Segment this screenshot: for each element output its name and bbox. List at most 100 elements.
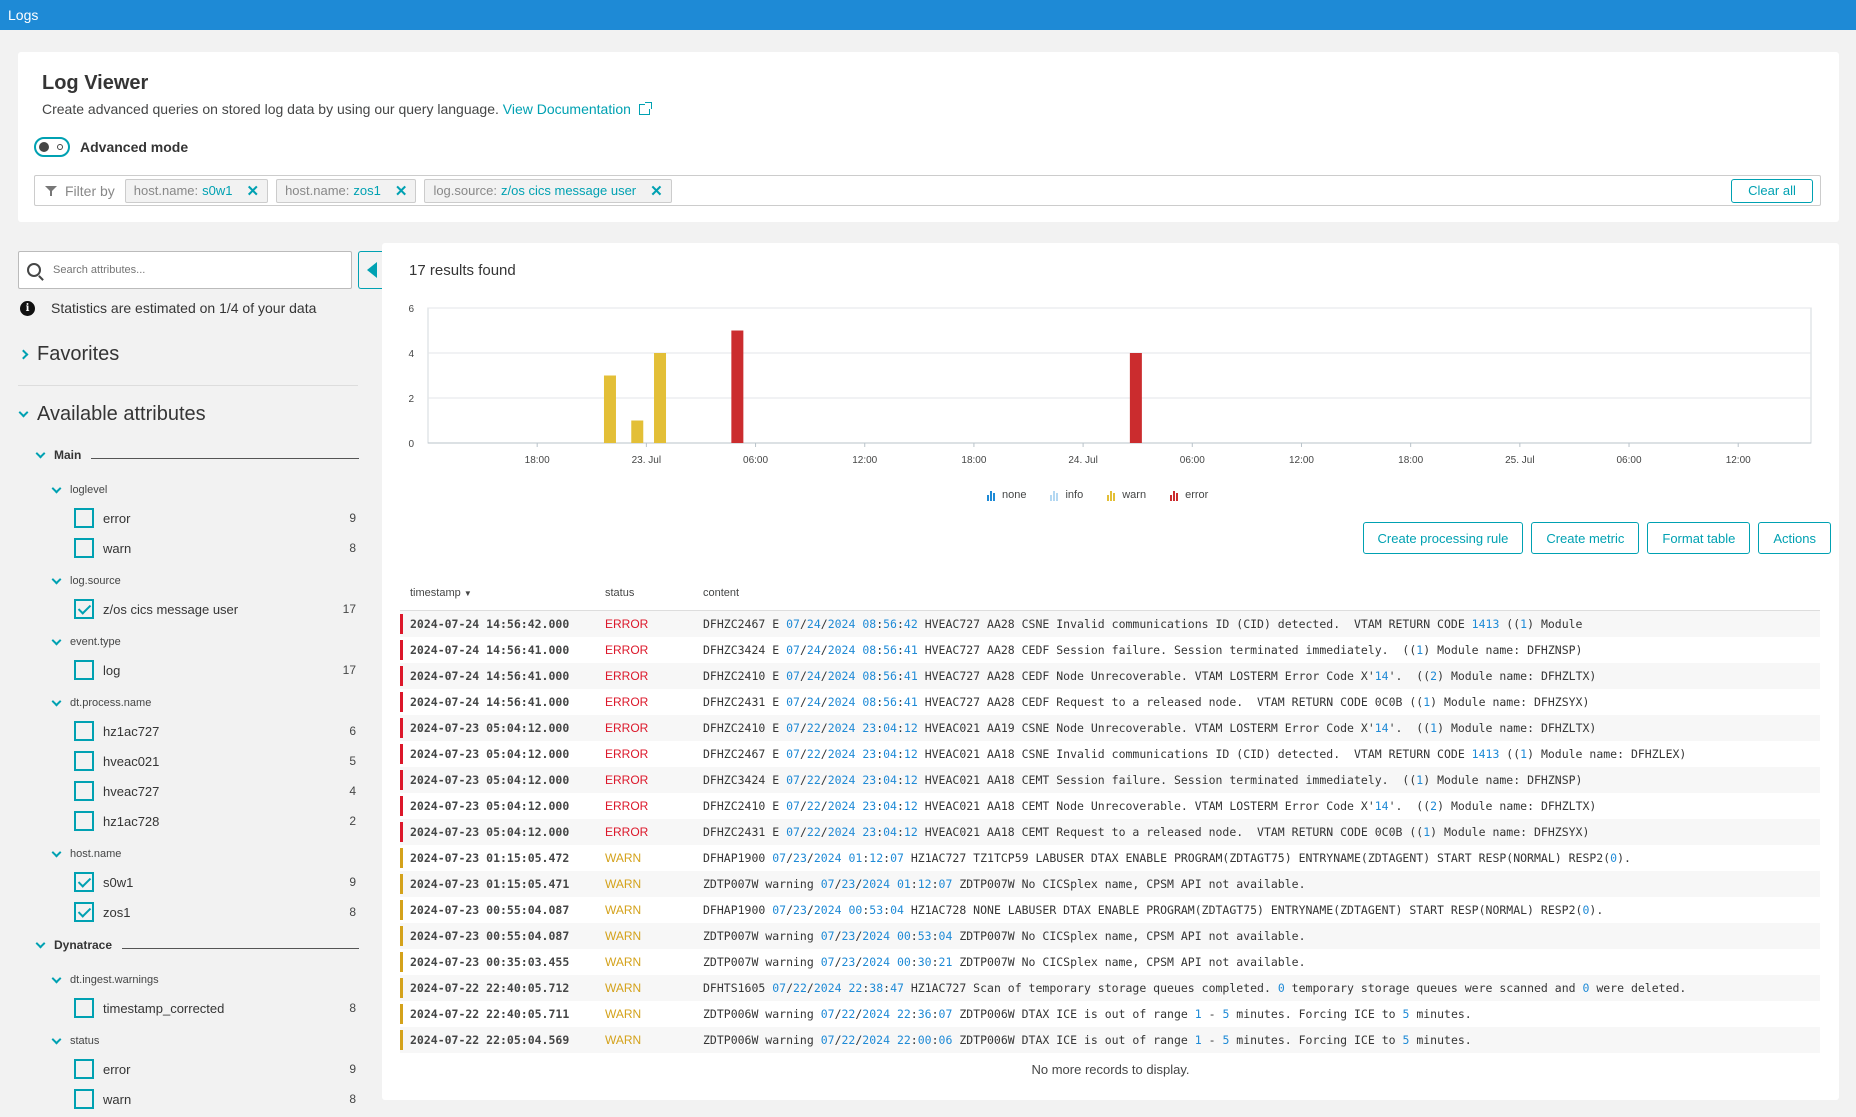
table-row[interactable]: 2024-07-23 00:55:04.087 WARN ZDTP007W warn…: [400, 923, 1820, 949]
table-row[interactable]: 2024-07-23 00:35:03.455 WARN ZDTP007W warn…: [400, 949, 1820, 975]
content-cell: DFHZC3424 E 07/22/2024 23:04:12 HVEAC021…: [703, 773, 1583, 787]
checkbox-checked[interactable]: [74, 872, 94, 892]
filter-chip[interactable]: log.source: z/os cics message user ✕: [424, 178, 672, 203]
favorites-section[interactable]: Favorites: [18, 343, 119, 366]
remove-filter-icon[interactable]: ✕: [650, 182, 663, 200]
legend-item-none[interactable]: none: [987, 489, 1026, 501]
filter-chip[interactable]: host.name: s0w1 ✕: [124, 178, 269, 203]
x-tick-label: 25. Jul: [1505, 455, 1534, 466]
create-metric-button[interactable]: Create metric: [1531, 522, 1640, 554]
column-header-status[interactable]: status: [605, 587, 703, 599]
filter-icon: [45, 185, 57, 196]
attribute-group-main[interactable]: Main: [35, 448, 359, 462]
value-label: hveac727: [103, 783, 160, 799]
table-row[interactable]: 2024-07-23 01:15:05.471 WARN ZDTP007W warn…: [400, 871, 1820, 897]
advanced-mode-toggle[interactable]: [34, 137, 70, 157]
content-cell: ZDTP007W warning 07/23/2024 00:53:04 ZDT…: [703, 929, 1306, 943]
table-row[interactable]: 2024-07-24 14:56:41.000 ERROR DFHZC3424 E …: [400, 637, 1820, 663]
attribute-value-checkbox[interactable]: log 17: [74, 660, 356, 680]
clear-all-button[interactable]: Clear all: [1731, 178, 1813, 203]
checkbox-checked[interactable]: [74, 902, 94, 922]
table-row[interactable]: 2024-07-23 05:04:12.000 ERROR DFHZC2431 E …: [400, 819, 1820, 845]
checkbox[interactable]: [74, 721, 94, 741]
attribute-value-checkbox[interactable]: error 9: [74, 1059, 356, 1079]
table-row[interactable]: 2024-07-22 22:40:05.712 WARN DFHTS1605 07/…: [400, 975, 1820, 1001]
table-row[interactable]: 2024-07-22 22:40:05.711 WARN ZDTP006W warn…: [400, 1001, 1820, 1027]
attribute-value-checkbox[interactable]: z/os cics message user 17: [74, 599, 356, 619]
attribute-status[interactable]: status: [51, 1034, 99, 1047]
available-attributes-section[interactable]: Available attributes: [18, 403, 206, 426]
attribute-dt-ingest-warnings[interactable]: dt.ingest.warnings: [51, 973, 159, 986]
attribute-value-checkbox[interactable]: hveac021 5: [74, 751, 356, 771]
table-row[interactable]: 2024-07-23 05:04:12.000 ERROR DFHZC3424 E …: [400, 767, 1820, 793]
attribute-group-dynatrace[interactable]: Dynatrace: [35, 938, 359, 952]
legend-label: error: [1185, 489, 1209, 501]
attribute-value-checkbox[interactable]: warn 8: [74, 538, 356, 558]
create-processing-rule-button[interactable]: Create processing rule: [1362, 522, 1524, 554]
table-row[interactable]: 2024-07-23 00:55:04.087 WARN DFHAP1900 07/…: [400, 897, 1820, 923]
view-documentation-link[interactable]: View Documentation: [503, 101, 631, 117]
table-row[interactable]: 2024-07-24 14:56:41.000 ERROR DFHZC2431 E …: [400, 689, 1820, 715]
remove-filter-icon[interactable]: ✕: [246, 182, 259, 200]
checkbox[interactable]: [74, 1059, 94, 1079]
legend-item-info[interactable]: info: [1050, 489, 1083, 501]
attribute-search[interactable]: [18, 251, 352, 289]
table-row[interactable]: 2024-07-23 05:04:12.000 ERROR DFHZC2467 E …: [400, 741, 1820, 767]
attribute-name: host.name: [70, 848, 122, 860]
checkbox[interactable]: [74, 751, 94, 771]
attribute-value-checkbox[interactable]: timestamp_corrected 8: [74, 998, 356, 1018]
table-row[interactable]: 2024-07-22 22:05:04.569 WARN ZDTP006W warn…: [400, 1027, 1820, 1053]
status-cell: WARN: [605, 955, 642, 969]
checkbox[interactable]: [74, 508, 94, 528]
table-row[interactable]: 2024-07-23 05:04:12.000 ERROR DFHZC2410 E …: [400, 715, 1820, 741]
x-tick-label: 23. Jul: [632, 455, 661, 466]
attribute-loglevel[interactable]: loglevel: [51, 483, 107, 496]
checkbox[interactable]: [74, 1089, 94, 1109]
value-count: 9: [349, 1062, 356, 1076]
checkbox[interactable]: [74, 660, 94, 680]
checkbox[interactable]: [74, 781, 94, 801]
table-row[interactable]: 2024-07-23 05:04:12.000 ERROR DFHZC2410 E …: [400, 793, 1820, 819]
attribute-value-checkbox[interactable]: warn 8: [74, 1089, 356, 1109]
status-indicator: [400, 822, 403, 842]
y-tick-label: 4: [408, 349, 414, 360]
attribute-value-checkbox[interactable]: zos1 8: [74, 902, 356, 922]
attribute-value-checkbox[interactable]: error 9: [74, 508, 356, 528]
value-count: 17: [342, 663, 356, 677]
external-link-icon: [638, 102, 652, 115]
filter-chip[interactable]: host.name: zos1 ✕: [276, 178, 417, 203]
attribute-value-checkbox[interactable]: hz1ac728 2: [74, 811, 356, 831]
search-attributes-input[interactable]: [53, 264, 323, 276]
attribute-value-checkbox[interactable]: s0w1 9: [74, 872, 356, 892]
checkbox[interactable]: [74, 538, 94, 558]
legend-item-warn[interactable]: warn: [1107, 489, 1146, 501]
checkbox[interactable]: [74, 998, 94, 1018]
attribute-event-type[interactable]: event.type: [51, 635, 121, 648]
filter-bar[interactable]: Filter by host.name: s0w1 ✕ host.name: zos1…: [34, 175, 1821, 206]
attribute-value-checkbox[interactable]: hz1ac727 6: [74, 721, 356, 741]
timestamp-cell: 2024-07-22 22:40:05.711: [410, 1007, 570, 1021]
group-label: Dynatrace: [54, 938, 113, 952]
table-row[interactable]: 2024-07-24 14:56:42.000 ERROR DFHZC2467 E …: [400, 611, 1820, 637]
bar-warn: [631, 420, 644, 443]
table-row[interactable]: 2024-07-23 01:15:05.472 WARN DFHAP1900 07/…: [400, 845, 1820, 871]
attribute-dt-process-name[interactable]: dt.process.name: [51, 696, 151, 709]
log-histogram-chart: 0 2 4 6 18:00 23. Jul 06:00 12:00 18:00 24. Jul 06…: [408, 304, 1812, 466]
attribute-value-checkbox[interactable]: hveac727 4: [74, 781, 356, 801]
checkbox[interactable]: [74, 811, 94, 831]
content-cell: DFHTS1605 07/22/2024 22:38:47 HZ1AC727 S…: [703, 981, 1687, 995]
status-cell: ERROR: [605, 747, 649, 761]
format-table-button[interactable]: Format table: [1647, 522, 1751, 554]
column-header-content[interactable]: content: [703, 587, 1820, 599]
table-row[interactable]: 2024-07-24 14:56:41.000 ERROR DFHZC2410 E …: [400, 663, 1820, 689]
attribute-log-source[interactable]: log.source: [51, 574, 121, 587]
status-cell: ERROR: [605, 773, 649, 787]
checkbox-checked[interactable]: [74, 599, 94, 619]
actions-button[interactable]: Actions: [1758, 522, 1831, 554]
legend-item-error[interactable]: error: [1170, 489, 1208, 501]
remove-filter-icon[interactable]: ✕: [395, 182, 408, 200]
content-cell: DFHZC2467 E 07/22/2024 23:04:12 HVEAC021…: [703, 747, 1687, 761]
status-indicator: [400, 770, 403, 790]
attribute-host-name[interactable]: host.name: [51, 847, 122, 860]
column-header-timestamp[interactable]: timestamp ▼: [400, 587, 605, 599]
